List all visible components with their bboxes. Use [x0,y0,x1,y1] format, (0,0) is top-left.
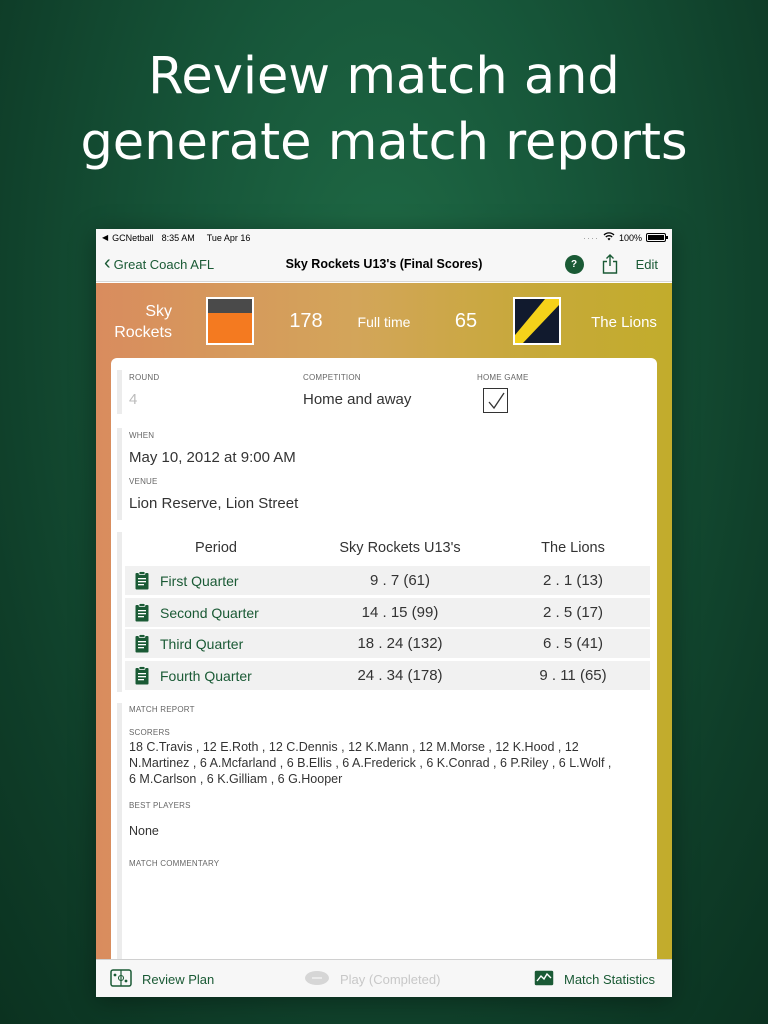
chart-icon [534,970,554,989]
best-players-label: BEST PLAYERS [129,801,191,810]
scorers-label: SCORERS [129,728,170,737]
quarter-row[interactable]: Fourth Quarter 24 . 34 (178) 9 . 11 (65) [125,661,650,690]
status-app-name[interactable]: GCNetball [112,233,154,243]
help-icon[interactable]: ? [564,254,584,274]
quarter-name[interactable]: Second Quarter [160,605,259,621]
quarter-row[interactable]: Second Quarter 14 . 15 (99) 2 . 5 (17) [125,598,650,627]
share-icon[interactable] [600,253,620,275]
away-guernsey-icon [513,297,561,345]
status-bar: ◀ GCNetball 8:35 AM Tue Apr 16 ···· 100% [96,229,672,246]
clipboard-icon [131,666,153,685]
status-time: 8:35 AM [161,232,195,243]
section-divider [117,703,122,959]
best-players-field[interactable]: None [129,823,159,839]
section-divider [117,532,122,692]
headline-line-2: generate match reports [80,113,688,172]
quarter-name[interactable]: Fourth Quarter [160,668,252,684]
away-quarter-score: 6 . 5 (41) [542,635,604,652]
field-plan-icon [110,968,132,990]
navigation-bar: ‹ Great Coach AFL Sky Rockets U13's (Fin… [96,246,672,282]
match-content: Sky Rockets 178 Full time 65 The Lions R… [96,283,672,959]
home-game-checkbox[interactable] [483,388,508,413]
away-score: 65 [454,310,478,332]
match-statistics-label: Match Statistics [564,971,656,987]
clipboard-icon [131,571,153,590]
home-column-header: Sky Rockets U13's [339,540,461,556]
home-game-label: HOME GAME [477,373,529,382]
clipboard-icon [131,634,153,653]
away-quarter-score: 2 . 1 (13) [542,572,604,589]
competition-field[interactable]: Home and away [303,391,411,408]
home-quarter-score: 14 . 15 (99) [361,604,439,621]
home-quarter-score: 9 . 7 (61) [369,572,431,589]
home-guernsey-icon [206,297,254,345]
match-commentary-label: MATCH COMMENTARY [129,859,220,868]
venue-field[interactable]: Lion Reserve, Lion Street [129,495,298,512]
match-status: Full time [357,314,411,330]
edit-button[interactable]: Edit [636,257,658,272]
football-icon [304,970,330,989]
promo-headline: Review match and generate match reports [0,44,768,176]
review-plan-label: Review Plan [142,971,215,987]
match-details-card: ROUND 4 COMPETITION Home and away HOME G… [111,358,657,959]
home-quarter-score: 18 . 24 (132) [357,635,443,652]
checkmark-icon [488,392,505,409]
quarter-row[interactable]: Third Quarter 18 . 24 (132) 6 . 5 (41) [125,629,650,658]
section-divider [117,370,122,414]
when-label: WHEN [129,431,155,440]
home-quarter-score: 24 . 34 (178) [357,667,443,684]
play-label: Play (Completed) [340,971,441,987]
play-button: Play (Completed) [304,960,440,997]
wifi-icon [603,232,615,243]
home-score: 178 [289,310,323,332]
home-team-name-line-2: Rockets [114,324,172,341]
round-label: ROUND [129,373,160,382]
quarter-row[interactable]: First Quarter 9 . 7 (61) 2 . 1 (13) [125,566,650,595]
away-team-name: The Lions [591,314,657,331]
round-field[interactable]: 4 [129,391,137,408]
status-date: Tue Apr 16 [206,232,251,243]
scorers-line: 6 M.Carlson , 6 K.Gilliam , 6 G.Hooper [129,772,343,786]
quarter-name[interactable]: Third Quarter [160,636,243,652]
headline-line-1: Review match and [148,47,620,106]
away-quarter-score: 9 . 11 (65) [539,667,607,684]
clipboard-icon [131,603,153,622]
period-column-header: Period [195,540,237,556]
scorers-field[interactable]: 18 C.Travis , 12 E.Roth , 12 C.Dennis , … [129,739,649,787]
competition-label: COMPETITION [303,373,361,382]
scoreboard: Sky Rockets 178 Full time 65 The Lions [96,283,672,357]
back-to-app-icon[interactable]: ◀ [102,233,108,242]
battery-percent: 100% [618,232,642,243]
when-field[interactable]: May 10, 2012 at 9:00 AM [129,449,296,466]
match-statistics-button[interactable]: Match Statistics [534,960,655,997]
bottom-toolbar: Review Plan Play (Completed) Match Stati… [96,959,672,997]
home-team-name: Sky Rockets [102,301,172,343]
home-team-name-line-1: Sky [145,303,172,320]
ipad-screen: ◀ GCNetball 8:35 AM Tue Apr 16 ···· 100%… [96,229,672,997]
venue-label: VENUE [129,477,158,486]
away-quarter-score: 2 . 5 (17) [542,604,604,621]
scorers-line: 18 C.Travis , 12 E.Roth , 12 C.Dennis , … [129,740,579,754]
signal-dots-icon: ···· [582,232,599,243]
section-divider [117,428,122,520]
away-column-header: The Lions [541,540,605,556]
quarter-name[interactable]: First Quarter [160,573,239,589]
match-commentary-field[interactable] [129,874,649,959]
scorers-line: N.Martinez , 6 A.Mcfarland , 6 B.Ellis ,… [129,756,612,770]
review-plan-button[interactable]: Review Plan [110,960,214,997]
battery-icon [646,233,668,242]
match-report-label: MATCH REPORT [129,705,195,714]
